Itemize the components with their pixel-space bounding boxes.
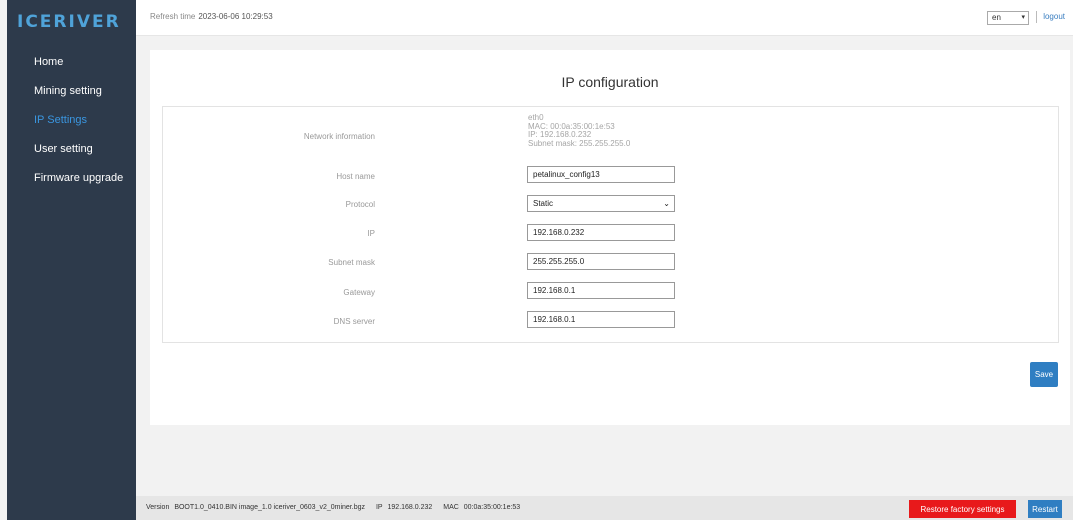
gateway-input[interactable]: 192.168.0.1 bbox=[527, 282, 675, 299]
refresh-time-value: 2023-06-06 10:29:53 bbox=[198, 12, 273, 21]
network-info-label: Network information bbox=[303, 132, 375, 141]
subnet-mask-input[interactable]: 255.255.255.0 bbox=[527, 253, 675, 270]
ip-label: IP bbox=[367, 229, 375, 238]
top-bar: Refresh time 2023-06-06 10:29:53 en ▾ log… bbox=[136, 0, 1073, 36]
footer-ip-label: IP bbox=[375, 504, 383, 511]
restart-button[interactable]: Restart bbox=[1028, 500, 1062, 518]
device-info: Version BOOT1.0_0410.BIN image_1.0 iceri… bbox=[146, 504, 523, 511]
divider bbox=[1036, 11, 1037, 23]
footer-mac-label: MAC bbox=[443, 504, 459, 511]
sidebar-item-firmware-upgrade[interactable]: Firmware upgrade bbox=[7, 164, 136, 193]
logout-link[interactable]: logout bbox=[1043, 12, 1065, 21]
protocol-value: Static bbox=[533, 199, 554, 208]
host-name-label: Host name bbox=[336, 172, 375, 181]
sidebar-item-mining-setting[interactable]: Mining setting bbox=[7, 77, 136, 106]
sidebar-nav: Home Mining setting IP Settings User set… bbox=[7, 48, 136, 193]
dns-server-input[interactable]: 192.168.0.1 bbox=[527, 311, 675, 328]
sidebar: ICERIVER Home Mining setting IP Settings… bbox=[7, 0, 136, 520]
chevron-down-icon: ▾ bbox=[1021, 14, 1025, 21]
subnet-mask-label: Subnet mask bbox=[328, 258, 375, 267]
brand-logo: ICERIVER bbox=[17, 12, 121, 32]
restore-factory-settings-button[interactable]: Restore factory settings bbox=[909, 500, 1016, 518]
refresh-time-label: Refresh time bbox=[150, 12, 196, 21]
version-label: Version bbox=[146, 504, 170, 511]
ip-config-form: Network information eth0 MAC: 00:0a:35:0… bbox=[162, 106, 1059, 343]
version-value: BOOT1.0_0410.BIN image_1.0 iceriver_0603… bbox=[174, 504, 365, 511]
gateway-label: Gateway bbox=[343, 288, 375, 297]
sidebar-item-ip-settings[interactable]: IP Settings bbox=[7, 106, 136, 135]
ip-config-card: IP configuration Network information eth… bbox=[150, 50, 1070, 425]
footer-bar: Version BOOT1.0_0410.BIN image_1.0 iceri… bbox=[136, 496, 1073, 520]
network-subnet: Subnet mask: 255.255.255.0 bbox=[528, 138, 631, 148]
refresh-time: Refresh time 2023-06-06 10:29:53 bbox=[150, 12, 273, 21]
chevron-down-icon: ⌄ bbox=[663, 199, 670, 208]
network-info-value: eth0 MAC: 00:0a:35:00:1e:53 IP: 192.168.… bbox=[528, 113, 631, 148]
sidebar-item-user-setting[interactable]: User setting bbox=[7, 135, 136, 164]
host-name-input[interactable]: petalinux_config13 bbox=[527, 166, 675, 183]
save-button[interactable]: Save bbox=[1030, 362, 1058, 387]
dns-server-label: DNS server bbox=[333, 317, 375, 326]
sidebar-item-home[interactable]: Home bbox=[7, 48, 136, 77]
footer-mac-value: 00:0a:35:00:1e:53 bbox=[463, 504, 521, 511]
page-title: IP configuration bbox=[561, 74, 659, 90]
footer-ip-value: 192.168.0.232 bbox=[387, 504, 433, 511]
language-value: en bbox=[992, 13, 1001, 22]
protocol-label: Protocol bbox=[345, 200, 375, 209]
language-select[interactable]: en ▾ bbox=[987, 11, 1029, 25]
ip-input[interactable]: 192.168.0.232 bbox=[527, 224, 675, 241]
protocol-select[interactable]: Static ⌄ bbox=[527, 195, 675, 212]
